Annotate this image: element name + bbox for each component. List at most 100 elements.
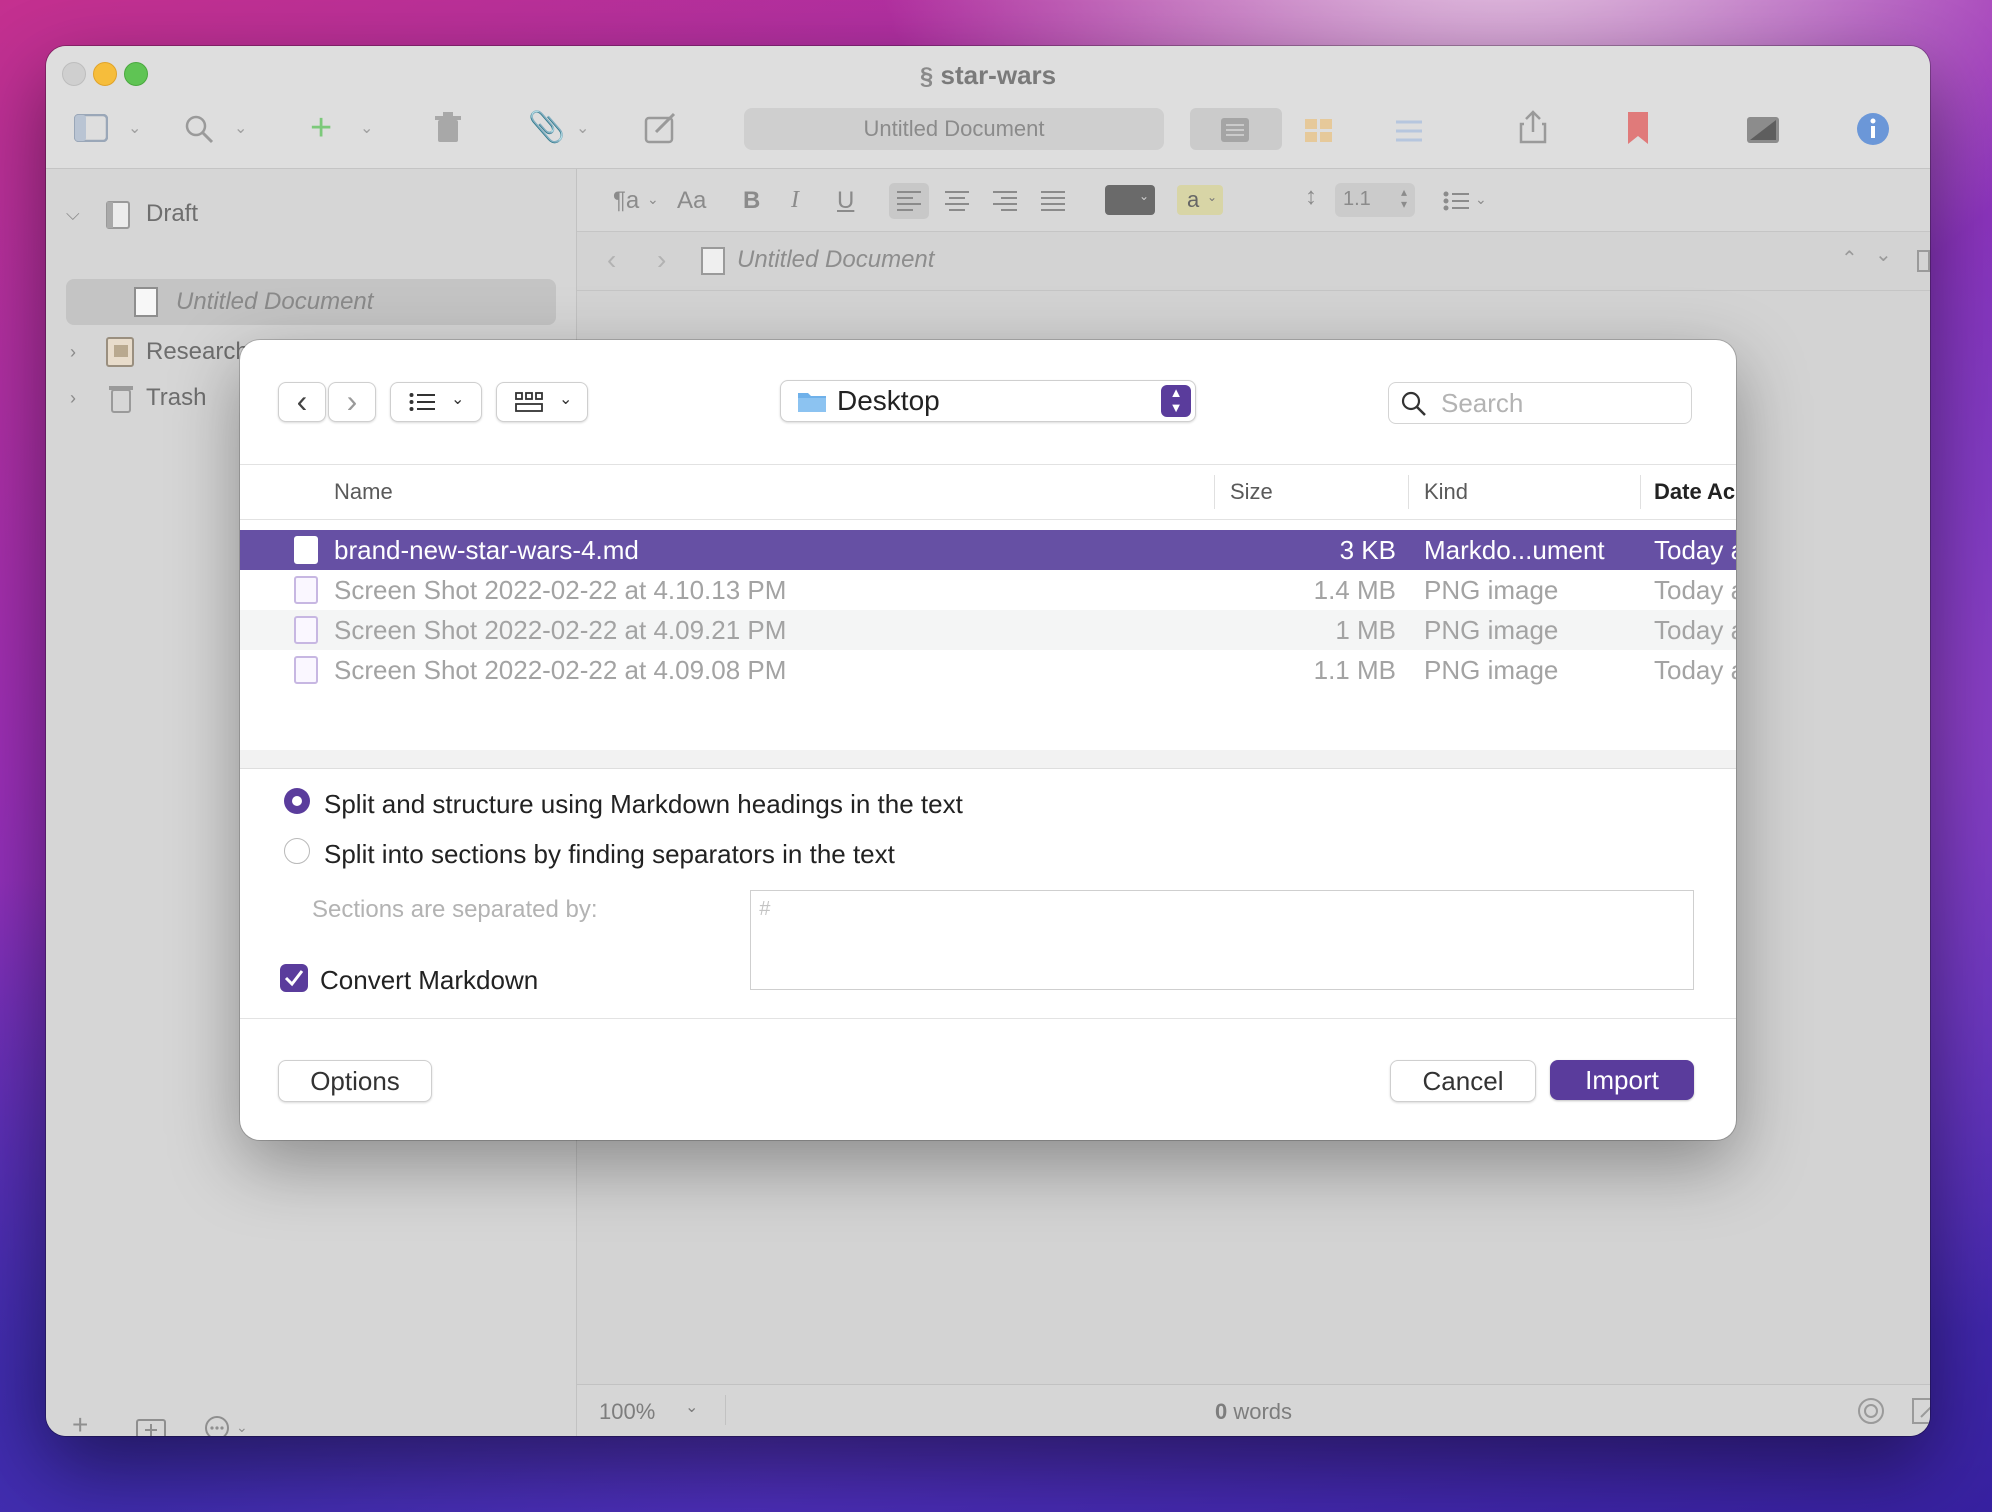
text-color-swatch[interactable]: ⌄ bbox=[1105, 185, 1155, 215]
column-divider bbox=[1640, 475, 1641, 509]
font-button[interactable]: Aa bbox=[677, 187, 706, 215]
file-name: Screen Shot 2022-02-22 at 4.10.13 PM bbox=[334, 575, 787, 605]
paragraph-style-button[interactable]: ¶a bbox=[613, 187, 639, 215]
justify-icon[interactable] bbox=[1041, 190, 1065, 212]
image-file-icon bbox=[294, 656, 318, 684]
file-size: 1.4 MB bbox=[1313, 575, 1396, 605]
markdown-file-icon bbox=[294, 536, 318, 564]
composition-mode-icon[interactable] bbox=[1746, 116, 1780, 144]
share-icon[interactable] bbox=[1518, 110, 1548, 144]
draft-folder-icon bbox=[106, 201, 130, 229]
trash-icon[interactable] bbox=[434, 112, 462, 144]
back-button[interactable]: ‹ bbox=[278, 382, 326, 422]
column-name[interactable]: Name bbox=[334, 479, 393, 505]
forward-button[interactable]: › bbox=[328, 382, 376, 422]
document-icon bbox=[701, 247, 725, 275]
bold-button[interactable]: B bbox=[743, 187, 760, 215]
outline-view-icon[interactable] bbox=[1394, 118, 1424, 144]
target-icon[interactable] bbox=[1857, 1397, 1885, 1425]
back-icon[interactable]: ‹ bbox=[607, 244, 616, 276]
grid-view-button[interactable]: ⌄ bbox=[496, 382, 588, 422]
split-separators-radio[interactable] bbox=[284, 838, 310, 864]
search-input[interactable] bbox=[1439, 387, 1683, 419]
add-folder-icon[interactable] bbox=[136, 1415, 166, 1436]
chevron-down-icon[interactable]: ⌄ bbox=[128, 118, 141, 138]
file-row[interactable]: Screen Shot 2022-02-22 at 4.09.21 PM 1 M… bbox=[240, 610, 1736, 650]
chevron-down-icon[interactable]: ⌄ bbox=[234, 118, 247, 138]
add-item-icon[interactable]: + bbox=[72, 1409, 88, 1436]
file-row[interactable]: brand-new-star-wars-4.md 3 KB Markdo...u… bbox=[240, 530, 1736, 570]
binder-item-draft[interactable]: ⌵ Draft bbox=[46, 193, 576, 235]
file-row[interactable]: Screen Shot 2022-02-22 at 4.09.08 PM 1.1… bbox=[240, 650, 1736, 690]
bookmark-icon[interactable] bbox=[1626, 112, 1650, 144]
convert-markdown-label[interactable]: Convert Markdown bbox=[320, 965, 538, 996]
editor-footer: 100% ⌄ 0 words bbox=[577, 1384, 1930, 1436]
chevron-down-icon[interactable]: ⌄ bbox=[236, 1419, 248, 1436]
column-date-added[interactable]: Date Ac bbox=[1654, 479, 1735, 505]
list-bullets-icon[interactable] bbox=[1443, 191, 1469, 211]
chevron-down-icon: ⌄ bbox=[1138, 189, 1149, 203]
highlight-label: a bbox=[1187, 187, 1200, 212]
paperclip-icon[interactable]: 📎 bbox=[528, 108, 565, 148]
location-popup[interactable]: Desktop ▲ ▼ bbox=[780, 380, 1196, 422]
align-right-icon[interactable] bbox=[993, 190, 1017, 212]
file-name: Screen Shot 2022-02-22 at 4.09.21 PM bbox=[334, 615, 787, 645]
convert-markdown-checkbox[interactable] bbox=[280, 964, 308, 992]
list-view-button[interactable]: ⌄ bbox=[390, 382, 482, 422]
options-button[interactable]: Options bbox=[278, 1060, 432, 1102]
align-left-button[interactable] bbox=[889, 183, 929, 219]
more-actions-icon[interactable] bbox=[204, 1415, 230, 1436]
divider bbox=[240, 1018, 1736, 1019]
corkboard-view-icon[interactable] bbox=[1304, 118, 1334, 144]
chevron-down-icon[interactable]: ⌄ bbox=[360, 118, 373, 138]
column-size[interactable]: Size bbox=[1230, 479, 1273, 505]
binder-item-label: Untitled Document bbox=[176, 288, 374, 315]
document-title-field[interactable]: Untitled Document bbox=[744, 108, 1164, 150]
chevron-down-icon[interactable]: ⌄ bbox=[576, 118, 589, 138]
line-spacing-field[interactable]: 1.1 ▴ ▾ bbox=[1335, 183, 1415, 217]
separator-field[interactable] bbox=[750, 890, 1694, 990]
location-stepper-icon: ▲ ▼ bbox=[1161, 385, 1191, 417]
editor-header-bar: ‹ › Untitled Document ⌃ ⌄ bbox=[577, 232, 1930, 291]
chevron-down-icon[interactable]: ⌄ bbox=[1475, 191, 1487, 208]
document-icon bbox=[134, 287, 158, 317]
sidebar-toggle-icon[interactable] bbox=[74, 114, 108, 142]
list-split-divider[interactable] bbox=[240, 750, 1736, 769]
binder-item-label: Draft bbox=[146, 200, 199, 227]
highlight-color-button[interactable]: a ⌄ bbox=[1177, 185, 1223, 215]
chevron-right-icon[interactable]: › bbox=[70, 331, 76, 373]
inspector-info-icon[interactable] bbox=[1856, 112, 1890, 146]
cancel-button[interactable]: Cancel bbox=[1390, 1060, 1536, 1102]
word-count-value: 0 bbox=[1214, 1399, 1228, 1424]
research-folder-icon bbox=[106, 337, 134, 367]
separator-input[interactable] bbox=[757, 893, 1681, 925]
column-kind[interactable]: Kind bbox=[1424, 479, 1468, 505]
import-button[interactable]: Import bbox=[1550, 1060, 1694, 1100]
split-headings-radio[interactable] bbox=[284, 788, 310, 814]
chevron-right-icon[interactable]: › bbox=[70, 377, 76, 419]
search-field[interactable] bbox=[1388, 382, 1692, 424]
align-center-icon[interactable] bbox=[945, 190, 969, 212]
chevron-down-icon[interactable]: ⌄ bbox=[647, 191, 659, 208]
underline-button[interactable]: U bbox=[837, 187, 854, 215]
separator-label: Sections are separated by: bbox=[312, 896, 598, 923]
add-icon[interactable]: + bbox=[310, 108, 332, 148]
compose-icon[interactable] bbox=[644, 112, 678, 144]
chevron-down-icon[interactable]: ⌵ bbox=[66, 193, 80, 235]
search-icon[interactable] bbox=[184, 114, 214, 144]
binder-item-untitled-document[interactable]: Untitled Document bbox=[66, 279, 556, 325]
word-count: 0 words bbox=[577, 1399, 1930, 1425]
split-separators-label[interactable]: Split into sections by finding separator… bbox=[324, 839, 895, 870]
italic-button[interactable]: I bbox=[791, 187, 799, 214]
file-kind: PNG image bbox=[1424, 575, 1559, 605]
stepper-icon[interactable]: ▴ ▾ bbox=[1401, 186, 1407, 210]
split-headings-label[interactable]: Split and structure using Markdown headi… bbox=[324, 789, 963, 820]
scrivener-doc-icon: § bbox=[919, 63, 934, 90]
forward-icon[interactable]: › bbox=[657, 244, 666, 276]
split-editor-icon[interactable] bbox=[1917, 250, 1930, 272]
file-row[interactable]: Screen Shot 2022-02-22 at 4.10.13 PM 1.4… bbox=[240, 570, 1736, 610]
chevron-down-icon[interactable]: ⌄ bbox=[1875, 242, 1892, 267]
notes-icon[interactable] bbox=[1911, 1397, 1930, 1425]
chevron-up-icon[interactable]: ⌃ bbox=[1841, 246, 1858, 271]
view-mode-document-segment[interactable] bbox=[1190, 108, 1282, 150]
